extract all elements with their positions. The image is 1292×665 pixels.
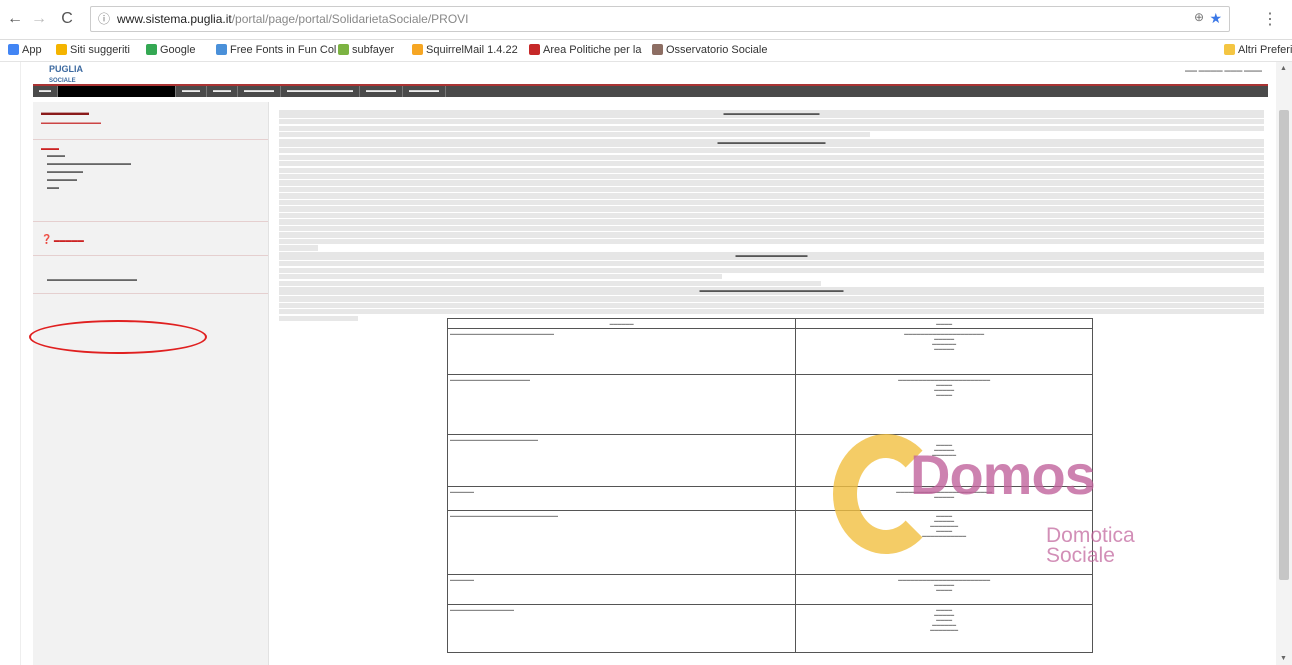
- forward-icon[interactable]: →: [28, 8, 50, 30]
- table-row: ▬▬▬▬▬▬▬▬▬▬▬▬▬▬▬▬▬▬▬▬▬▬▬▬▬▬▬▬▬▬▬▬▬▬▬▬▬▬▬▬…: [446, 604, 1093, 653]
- bookmark-free-fonts[interactable]: Free Fonts in Fun Col: [216, 44, 336, 56]
- bookmark-siti-suggeriti[interactable]: Siti suggeriti: [56, 44, 130, 56]
- text-block: [279, 119, 1264, 138]
- sidebar-item-progetti[interactable]: ▬▬▬▬▬▬▬▬▬▬▬▬▬▬▬: [41, 276, 260, 284]
- text-block: [279, 148, 1264, 251]
- table-cell: ▬▬▬▬▬▬▬▬▬▬▬▬▬▬▬▬▬▬▬▬▬▬▬▬▬▬▬▬▬▬▬▬▬▬▬▬: [795, 374, 1093, 435]
- table-cell: ▬▬▬▬▬▬▬▬▬▬▬▬▬▬▬▬▬▬▬▬▬▬▬▬▬▬: [795, 604, 1093, 653]
- main-menu: ▬▬ ▬▬▬ ▬▬▬ ▬▬▬▬▬ ▬▬▬▬▬▬▬▬▬▬▬ ▬▬▬▬▬ ▬▬▬▬▬: [33, 84, 1268, 97]
- bookmark-apps[interactable]: App: [8, 44, 42, 56]
- menu-item[interactable]: ▬▬▬: [176, 86, 207, 97]
- back-icon[interactable]: ←: [4, 8, 26, 30]
- apps-icon: [8, 44, 19, 55]
- sidebar-item[interactable]: ▬▬▬▬▬: [41, 176, 260, 184]
- info-icon[interactable]: ⓘ: [98, 7, 110, 31]
- scroll-down-icon[interactable]: ▼: [1280, 655, 1287, 662]
- section-bar-progetti: ▬▬▬▬▬▬▬▬▬▬▬▬▬▬▬▬▬▬: [279, 138, 1264, 147]
- reload-icon[interactable]: C: [56, 8, 78, 30]
- sidebar-area-header: ▬▬▬▬▬▬ ▬▬▬▬▬▬▬▬▬▬▬▬: [33, 102, 268, 140]
- menu-item[interactable]: ▬▬▬▬▬: [403, 86, 446, 97]
- site-logo[interactable]: PUGLIA SOCIALE: [49, 64, 83, 84]
- sidebar-item[interactable]: ▬▬: [41, 184, 260, 192]
- table-cell: ▬▬▬▬▬▬▬▬▬▬▬▬▬▬▬▬▬▬▬▬▬▬▬▬▬▬: [446, 328, 797, 375]
- sidebar-nav-section: ▬▬▬ ▬▬▬ ▬▬▬▬▬▬▬▬▬▬▬▬▬▬ ▬▬▬▬▬▬ ▬▬▬▬▬ ▬▬: [33, 140, 268, 222]
- table-row: ▬▬▬▬▬▬▬▬▬▬▬▬▬▬▬▬▬▬▬▬▬▬▬▬▬▬▬▬▬▬▬▬▬▬▬▬▬▬▬▬…: [446, 328, 1093, 375]
- table-cell: ▬▬▬▬▬▬: [446, 574, 797, 605]
- zoom-icon[interactable]: ⊕: [1194, 10, 1204, 24]
- question-icon: ❓: [41, 234, 53, 244]
- site-header: PUGLIA SOCIALE ▬▬ ▬▬▬▬ ▬▬▬ ▬▬▬: [21, 62, 1274, 84]
- section-bar-presentazione: ▬▬▬▬▬▬▬▬▬▬▬▬: [279, 251, 1264, 260]
- bookmarks-bar: App Siti suggeriti Google Free Fonts in …: [0, 40, 1292, 62]
- scrollbar-thumb[interactable]: [1279, 110, 1289, 580]
- sidebar-link[interactable]: ▬▬▬▬▬: [54, 238, 84, 244]
- sidebar-projects-section: ▬▬▬▬▬▬▬▬▬▬▬▬▬▬▬: [33, 256, 268, 294]
- bookmark-subfayer[interactable]: subfayer: [338, 44, 394, 56]
- table-row: ▬▬▬▬▬▬ ▬▬▬▬▬▬▬▬▬▬▬▬▬▬▬▬▬▬▬▬▬▬▬ ▬▬▬▬▬ ▬▬▬▬: [446, 574, 1093, 605]
- bookmark-icon: [652, 44, 663, 55]
- bookmark-star-icon[interactable]: ★: [1209, 10, 1222, 27]
- watermark-brand: Domos: [910, 443, 1096, 506]
- menu-item[interactable]: ▬▬▬▬▬▬▬▬▬▬▬: [281, 86, 360, 97]
- bookmark-google[interactable]: Google: [146, 44, 195, 56]
- menu-icon[interactable]: ⋮: [1262, 9, 1278, 29]
- sidebar-item[interactable]: ▬▬▬▬▬▬: [41, 168, 260, 176]
- section-bar-avviso: ▬▬▬▬▬▬▬▬▬▬▬▬▬▬▬▬: [279, 110, 1264, 118]
- scroll-up-icon[interactable]: ▲: [1280, 65, 1287, 72]
- bookmark-area-politiche[interactable]: Area Politiche per la: [529, 44, 641, 56]
- table-cell: ▬▬▬▬▬▬▬▬▬▬▬▬▬▬▬▬▬▬▬▬▬▬▬▬▬▬▬: [446, 510, 797, 575]
- table-cell: ▬▬▬▬▬▬▬▬▬▬▬▬▬▬▬▬▬▬▬▬▬▬▬ ▬▬▬▬▬ ▬▬▬▬: [795, 574, 1093, 605]
- sidebar-title: ▬▬▬▬▬▬: [41, 108, 89, 117]
- menu-item[interactable]: ▬▬▬▬▬: [360, 86, 403, 97]
- table-cell: ▬▬▬▬▬▬: [446, 486, 797, 511]
- folder-icon: [1224, 44, 1235, 55]
- google-icon: [146, 44, 157, 55]
- browser-toolbar: ← → C ⓘ www.sistema.puglia.it/portal/pag…: [0, 0, 1292, 40]
- sidebar-links-section: ❓ ▬▬▬▬▬: [33, 222, 268, 256]
- bookmark-icon: [56, 44, 67, 55]
- bookmark-icon: [216, 44, 227, 55]
- red-highlight-ellipse: [29, 320, 207, 354]
- url-path: /portal/page/portal/SolidarietaSociale/P…: [231, 12, 469, 26]
- sidebar-item[interactable]: ▬▬▬: [41, 152, 260, 160]
- bookmark-icon: [529, 44, 540, 55]
- address-bar[interactable]: ⓘ www.sistema.puglia.it/portal/page/port…: [90, 6, 1230, 32]
- web-page: PUGLIA SOCIALE ▬▬ ▬▬▬▬ ▬▬▬ ▬▬▬ ▬▬ ▬▬▬ ▬▬▬…: [20, 62, 1274, 665]
- section-bar-centri: ▬▬▬▬▬▬▬▬▬▬▬▬▬▬▬▬▬▬▬▬▬▬▬▬: [279, 287, 1264, 296]
- top-links[interactable]: ▬▬ ▬▬▬▬ ▬▬▬ ▬▬▬: [1185, 68, 1262, 74]
- main-content: ▬▬▬▬▬▬▬▬▬▬▬▬▬▬▬▬ ▬▬▬▬▬▬▬▬▬▬▬▬▬▬▬▬▬▬ ▬▬▬▬…: [279, 109, 1264, 665]
- domos-watermark: Domos Domotica Sociale: [824, 432, 1135, 572]
- table-header: ▬▬▬▬▬▬: [446, 318, 797, 329]
- sidebar-item[interactable]: ▬▬▬▬▬▬▬▬▬▬▬▬▬▬: [41, 160, 260, 168]
- table-cell: ▬▬▬▬▬▬▬▬▬▬▬▬▬▬▬▬▬▬▬▬▬▬▬▬▬▬▬▬▬▬▬▬▬▬▬▬: [795, 328, 1093, 375]
- bookmark-other[interactable]: Altri Preferiti: [1224, 44, 1292, 56]
- table-cell: ▬▬▬▬▬▬▬▬▬▬▬▬▬▬▬▬▬▬▬▬: [446, 374, 797, 435]
- table-cell: ▬▬▬▬▬▬▬▬▬▬▬▬▬▬▬▬▬▬▬▬▬▬: [446, 434, 797, 487]
- bookmark-squirrelmail[interactable]: SquirrelMail 1.4.22: [412, 44, 518, 56]
- bookmark-osservatorio[interactable]: Osservatorio Sociale: [652, 44, 768, 56]
- menu-item[interactable]: ▬▬: [33, 86, 58, 97]
- table-row: ▬▬▬▬▬▬▬▬▬▬▬▬▬▬▬▬▬▬▬▬▬▬▬▬▬▬▬▬▬▬▬▬▬▬▬▬▬▬▬▬…: [446, 374, 1093, 435]
- url-host: www.sistema.puglia.it: [117, 12, 232, 26]
- bookmark-icon: [412, 44, 423, 55]
- sidebar-subtitle: ▬▬▬▬▬▬▬▬▬▬▬▬: [41, 120, 101, 126]
- watermark-tagline: Domotica Sociale: [1046, 524, 1135, 567]
- menu-item[interactable]: ▬▬▬▬▬: [238, 86, 281, 97]
- page-scrollbar[interactable]: ▲ ▼: [1276, 62, 1292, 665]
- redacted-menu-block: [58, 86, 176, 97]
- menu-item[interactable]: ▬▬▬: [207, 86, 238, 97]
- table-cell: ▬▬▬▬▬▬▬▬▬▬▬▬▬▬▬▬: [446, 604, 797, 653]
- sidebar: ▬▬▬▬▬▬ ▬▬▬▬▬▬▬▬▬▬▬▬ ▬▬▬ ▬▬▬ ▬▬▬▬▬▬▬▬▬▬▬▬…: [33, 102, 269, 665]
- bookmark-icon: [338, 44, 349, 55]
- table-header: ▬▬▬▬: [795, 318, 1093, 329]
- text-block: [279, 261, 1264, 286]
- table-header-row: ▬▬▬▬▬▬ ▬▬▬▬: [446, 318, 1093, 329]
